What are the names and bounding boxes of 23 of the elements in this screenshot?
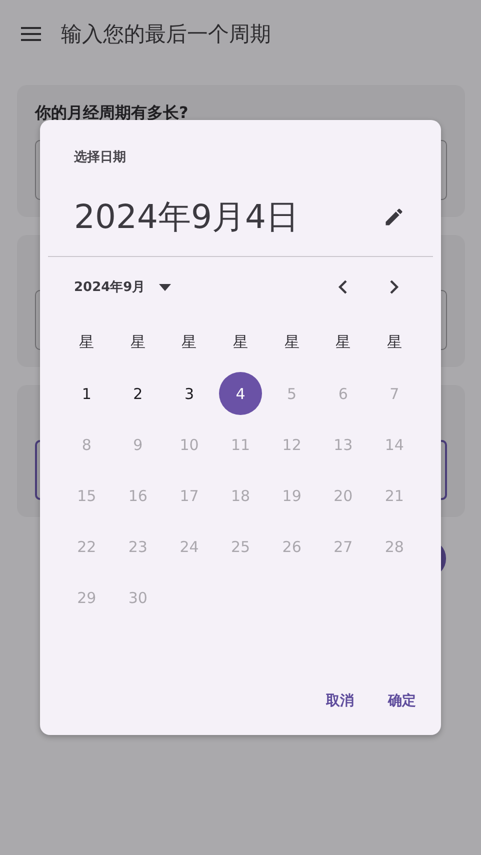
chevron-right-icon — [389, 279, 399, 295]
day-cell[interactable]: 3 — [168, 372, 211, 415]
pencil-icon[interactable] — [383, 206, 405, 228]
weekday-label: 星 — [129, 332, 146, 353]
page-title: 输入您的最后一个周期 — [61, 21, 271, 48]
weekday-label: 星 — [232, 332, 250, 353]
day-cell[interactable]: 4 — [219, 372, 262, 415]
menu-icon[interactable] — [20, 26, 42, 42]
dialog-action-button[interactable]: 确定 — [376, 683, 428, 719]
weekday-label: 星 — [386, 332, 403, 353]
weekday-label: 星 — [78, 332, 96, 353]
dialog-heading: 选择日期 — [74, 149, 126, 166]
question-label: 你的月经周期有多长? — [35, 103, 190, 124]
day-cell[interactable]: 1 — [65, 372, 108, 415]
weekday-label: 星 — [283, 332, 300, 353]
weekday-label: 星 — [180, 332, 198, 353]
weekday-label: 星 — [334, 332, 352, 353]
month-selector[interactable]: 2024年9月 — [74, 278, 172, 296]
caret-icon — [159, 284, 172, 290]
chevron-left-icon — [338, 279, 348, 295]
day-cell[interactable]: 2 — [116, 372, 160, 415]
dialog-action-button[interactable]: 取消 — [314, 683, 366, 719]
selected-date: 2024年9月4日 — [74, 196, 299, 238]
